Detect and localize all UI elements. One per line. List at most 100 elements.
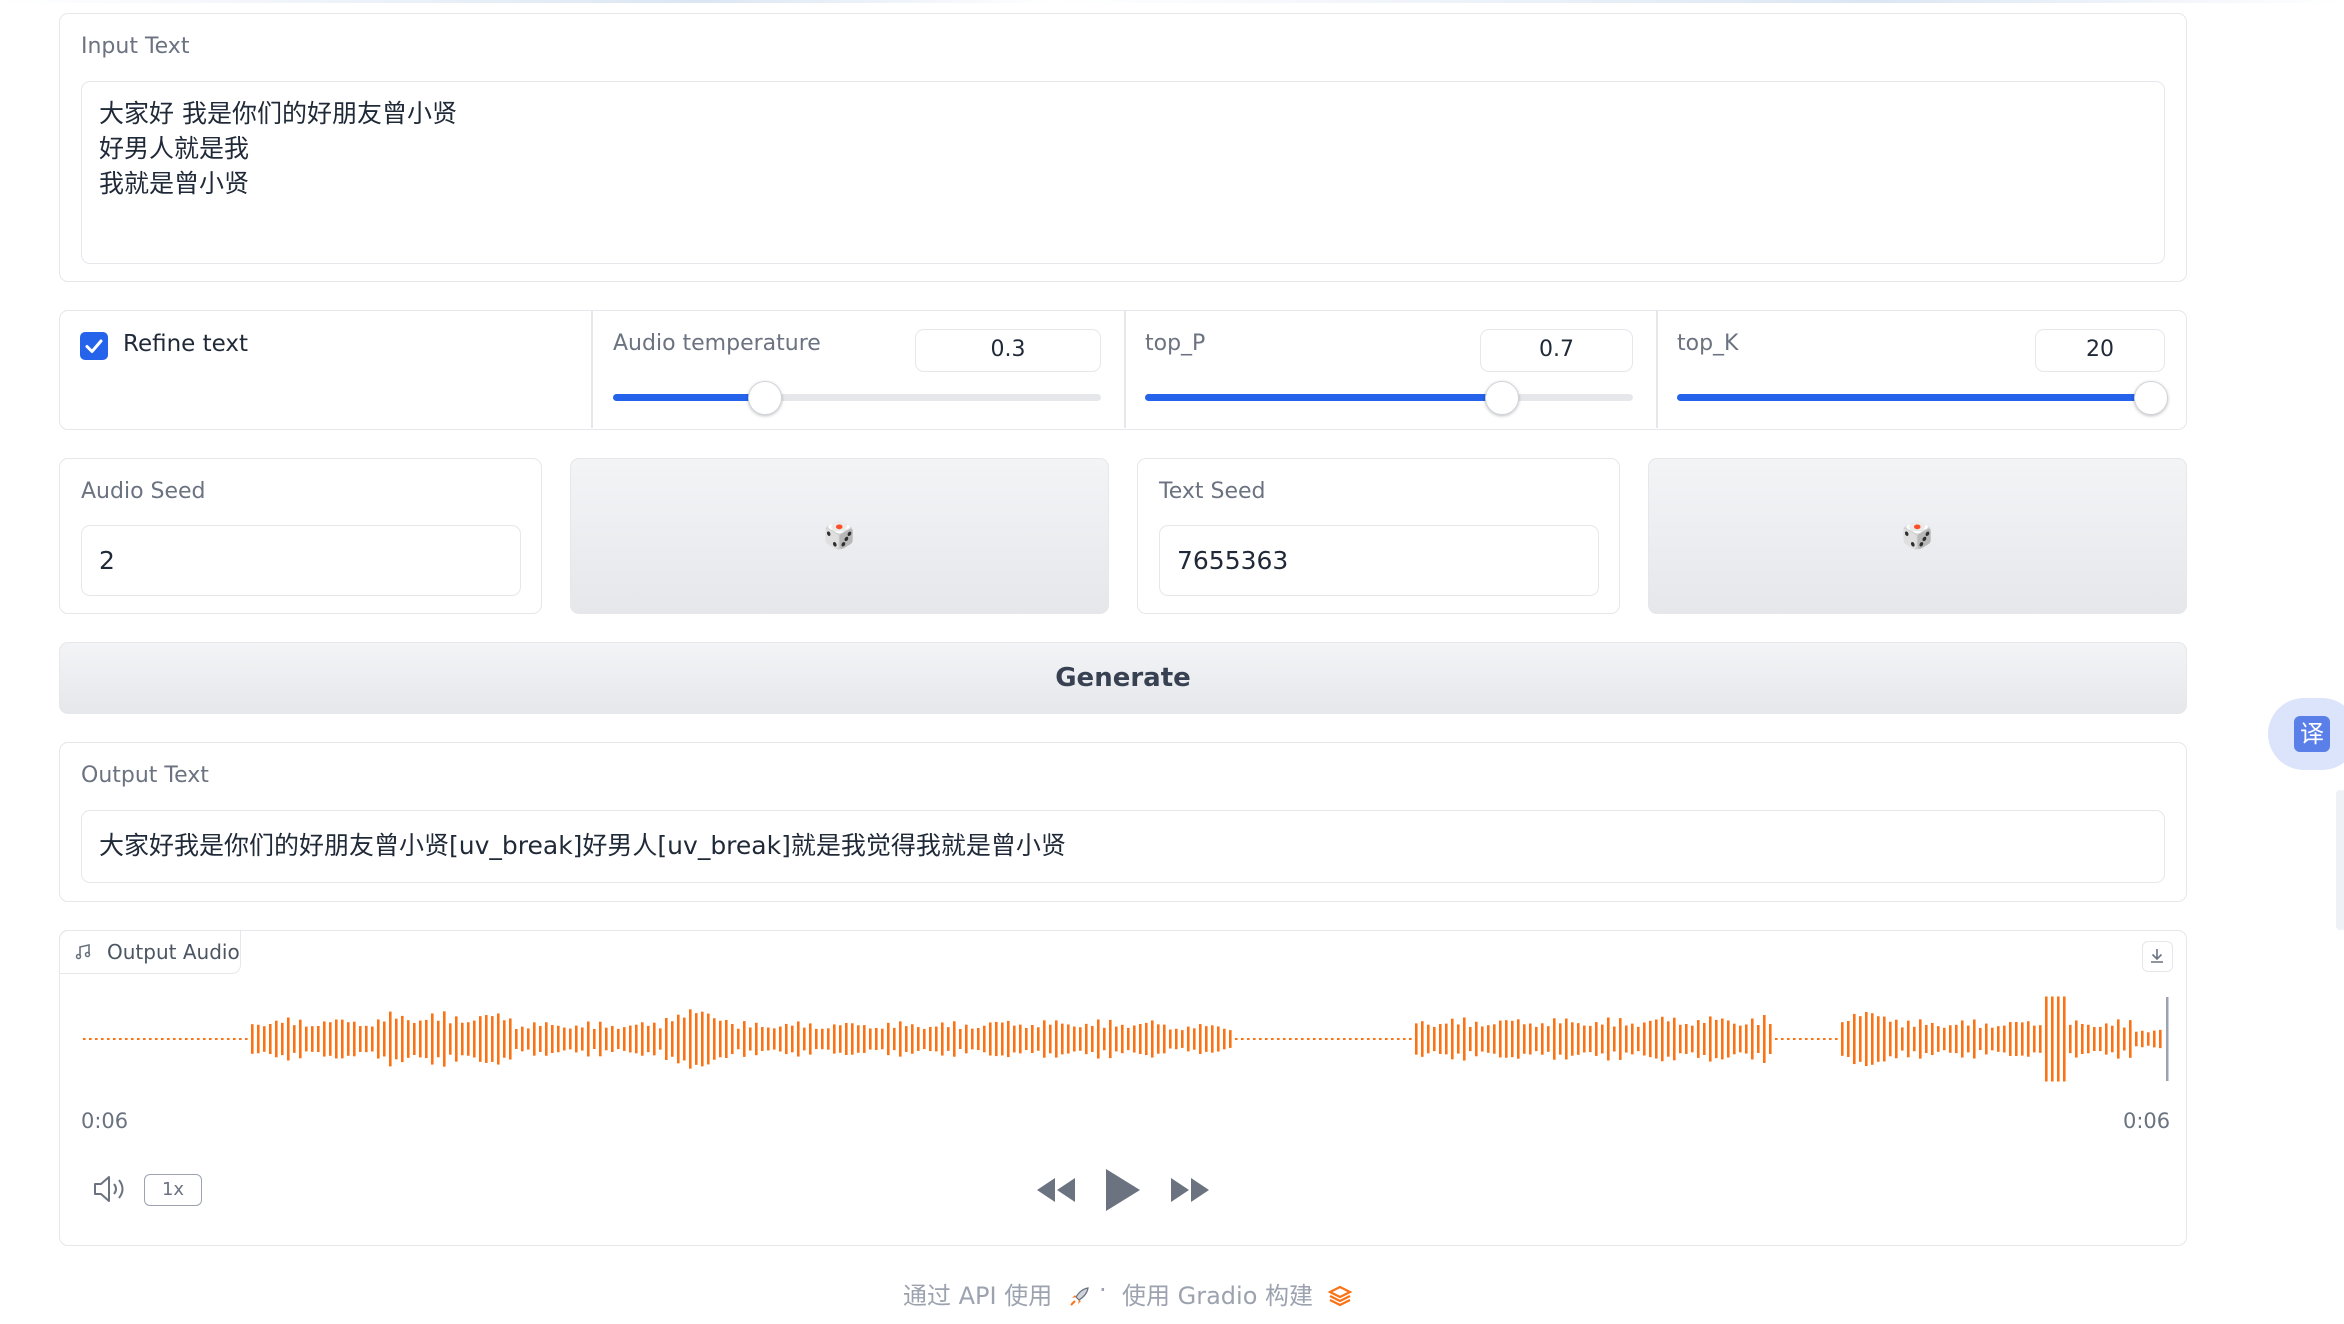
waveform-bar bbox=[1085, 1023, 1088, 1055]
waveform-bar bbox=[149, 1038, 152, 1040]
waveform-bar bbox=[695, 1013, 698, 1065]
waveform-bar bbox=[1451, 1018, 1454, 1060]
waveform-bar bbox=[359, 1026, 362, 1052]
text-seed-random-button[interactable]: 🎲 bbox=[1648, 458, 2187, 614]
waveform-bar bbox=[1295, 1038, 1298, 1040]
waveform-bar bbox=[1391, 1038, 1394, 1040]
waveform-bar bbox=[1511, 1020, 1514, 1058]
playhead-cursor bbox=[2166, 997, 2169, 1081]
waveform-bar bbox=[227, 1038, 230, 1040]
waveform-bar bbox=[1385, 1038, 1388, 1040]
audio-temperature-label: Audio temperature bbox=[613, 331, 821, 356]
waveform-bar bbox=[509, 1018, 512, 1060]
waveform-bar bbox=[617, 1028, 620, 1050]
waveform-bar bbox=[1715, 1019, 1718, 1059]
waveform-bar bbox=[911, 1024, 914, 1054]
rewind-icon[interactable] bbox=[1034, 1174, 1078, 1206]
waveform-bar bbox=[1931, 1022, 1934, 1056]
waveform-bar bbox=[455, 1016, 458, 1062]
output-text-field[interactable]: 大家好我是你们的好朋友曾小贤[uv_break]好男人[uv_break]就是我… bbox=[81, 810, 2165, 883]
waveform-bar bbox=[1829, 1038, 1832, 1040]
fast-forward-icon[interactable] bbox=[1168, 1174, 1212, 1206]
waveform-bar bbox=[2021, 1022, 2024, 1056]
waveform-bar bbox=[1685, 1023, 1688, 1055]
waveform-bar bbox=[785, 1023, 788, 1055]
waveform[interactable] bbox=[81, 989, 2169, 1089]
waveform-bar bbox=[977, 1027, 980, 1051]
top-p-input[interactable]: 0.7 bbox=[1480, 329, 1633, 372]
translate-widget-button[interactable]: 译 bbox=[2268, 698, 2344, 770]
download-button[interactable] bbox=[2142, 941, 2173, 972]
waveform-bar bbox=[1109, 1019, 1112, 1059]
top-k-input[interactable]: 20 bbox=[2035, 329, 2165, 372]
text-seed-input[interactable]: 7655363 bbox=[1159, 525, 1599, 596]
waveform-bar bbox=[1859, 1016, 1862, 1062]
playback-speed-button[interactable]: 1x bbox=[144, 1174, 202, 1206]
waveform-bar bbox=[1703, 1022, 1706, 1056]
waveform-bar bbox=[1889, 1021, 1892, 1057]
audio-temperature-input[interactable]: 0.3 bbox=[915, 329, 1101, 372]
waveform-bar bbox=[803, 1027, 806, 1051]
waveform-bar bbox=[623, 1027, 626, 1051]
input-text-area[interactable]: 大家好 我是你们的好朋友曾小贤 好男人就是我 我就是曾小贤 bbox=[81, 81, 2165, 264]
waveform-bar bbox=[1805, 1038, 1808, 1040]
waveform-bar bbox=[1637, 1026, 1640, 1052]
footer-gradio-link[interactable]: 使用 Gradio 构建 bbox=[1122, 1276, 1353, 1311]
play-icon[interactable] bbox=[1100, 1165, 1144, 1215]
waveform-bar bbox=[1271, 1038, 1274, 1040]
waveform-bar bbox=[203, 1038, 206, 1040]
top-k-slider[interactable] bbox=[1677, 381, 2169, 415]
waveform-bar bbox=[293, 1025, 296, 1053]
audio-seed-input[interactable]: 2 bbox=[81, 525, 521, 596]
refine-text-checkbox[interactable] bbox=[80, 332, 108, 360]
waveform-bar bbox=[1247, 1038, 1250, 1040]
waveform-bar bbox=[131, 1038, 134, 1040]
waveform-bar bbox=[1241, 1038, 1244, 1040]
waveform-bar bbox=[2093, 1027, 2096, 1051]
waveform-bar bbox=[215, 1038, 218, 1040]
waveform-bar bbox=[1907, 1020, 1910, 1058]
waveform-bar bbox=[743, 1021, 746, 1057]
text-seed-label: Text Seed bbox=[1159, 479, 1266, 504]
waveform-bar bbox=[275, 1020, 278, 1058]
slider-thumb[interactable] bbox=[1485, 381, 1520, 415]
waveform-bar bbox=[1655, 1019, 1658, 1059]
waveform-bar bbox=[1289, 1038, 1292, 1040]
waveform-bar bbox=[1367, 1038, 1370, 1040]
waveform-bar bbox=[1253, 1038, 1256, 1040]
waveform-bar bbox=[1955, 1024, 1958, 1054]
waveform-bar bbox=[1463, 1017, 1466, 1061]
waveform-bar bbox=[1349, 1038, 1352, 1040]
input-text-block: Input Text 大家好 我是你们的好朋友曾小贤 好男人就是我 我就是曾小贤 bbox=[59, 13, 2187, 282]
volume-icon[interactable] bbox=[91, 1173, 129, 1205]
waveform-bar bbox=[923, 1028, 926, 1050]
waveform-bar bbox=[575, 1025, 578, 1053]
waveform-bar bbox=[539, 1026, 542, 1052]
footer-api-link[interactable]: 通过 API 使用 bbox=[903, 1276, 1092, 1311]
top-p-slider[interactable] bbox=[1145, 381, 1633, 415]
waveform-bar bbox=[1565, 1018, 1568, 1060]
waveform-bar bbox=[1727, 1020, 1730, 1058]
waveform-bar bbox=[635, 1024, 638, 1054]
waveform-bar bbox=[929, 1026, 932, 1052]
waveform-bar bbox=[479, 1016, 482, 1062]
waveform-bar bbox=[191, 1038, 194, 1040]
audio-seed-random-button[interactable]: 🎲 bbox=[570, 458, 1109, 614]
waveform-bar bbox=[551, 1024, 554, 1054]
waveform-bar bbox=[323, 1021, 326, 1057]
generate-button[interactable]: Generate bbox=[59, 642, 2187, 714]
waveform-bar bbox=[1421, 1021, 1424, 1057]
waveform-bar bbox=[1763, 1015, 1766, 1063]
waveform-bar bbox=[383, 1021, 386, 1057]
waveform-bar bbox=[1103, 1027, 1106, 1051]
waveform-bar bbox=[1493, 1024, 1496, 1054]
waveform-bar bbox=[83, 1038, 86, 1040]
waveform-bar bbox=[1199, 1024, 1202, 1054]
waveform-bar bbox=[1625, 1025, 1628, 1053]
waveform-bar bbox=[407, 1020, 410, 1058]
waveform-bar bbox=[179, 1038, 182, 1040]
waveform-bar bbox=[899, 1021, 902, 1057]
refine-text-label[interactable]: Refine text bbox=[123, 331, 248, 357]
waveform-bar bbox=[1925, 1024, 1928, 1054]
audio-temperature-slider[interactable] bbox=[613, 381, 1101, 415]
